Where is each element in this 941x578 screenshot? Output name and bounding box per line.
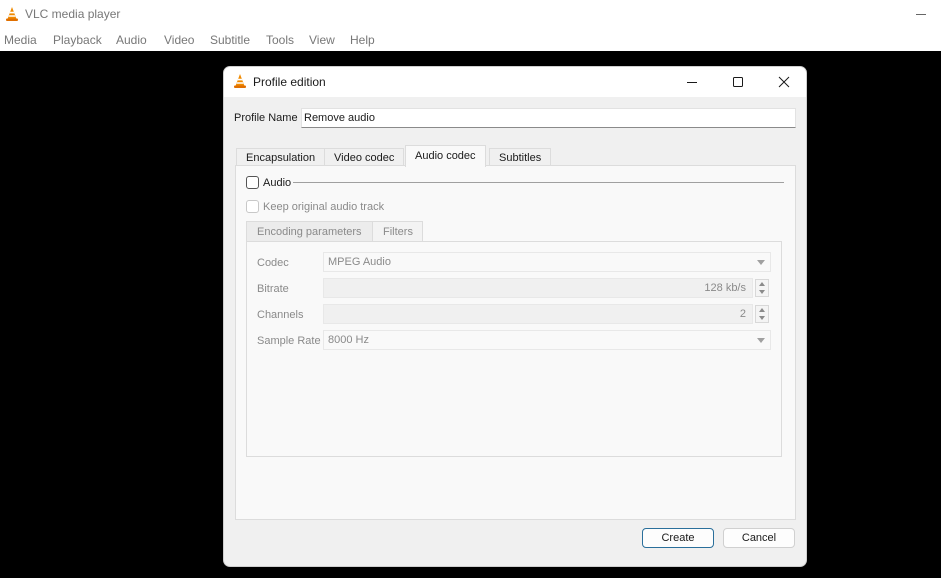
codec-value: MPEG Audio [328,256,391,268]
spin-up-icon[interactable] [759,308,765,312]
menu-help[interactable]: Help [350,33,375,47]
create-button[interactable]: Create [642,528,714,548]
chevron-down-icon [757,260,765,265]
keep-original-row: Keep original audio track [246,200,384,213]
spin-down-icon[interactable] [759,290,765,294]
dialog-maximize-button[interactable] [715,67,761,97]
channels-spinbox[interactable]: 2 [323,304,753,324]
menu-tools[interactable]: Tools [266,33,294,47]
app-minimize-button[interactable] [912,6,930,22]
cancel-button[interactable]: Cancel [723,528,795,548]
vlc-cone-icon [6,7,18,21]
menu-playback[interactable]: Playback [53,33,102,47]
profile-name-label: Profile Name [234,112,298,124]
subtab-encoding-parameters[interactable]: Encoding parameters [246,221,373,241]
subtab-filters[interactable]: Filters [372,221,423,241]
menu-audio[interactable]: Audio [116,33,147,47]
menu-video[interactable]: Video [164,33,194,47]
maximize-icon [733,77,743,87]
tab-audio-codec[interactable]: Audio codec [405,145,486,167]
minimize-icon [687,82,697,83]
spin-down-icon[interactable] [759,316,765,320]
menu-subtitle[interactable]: Subtitle [210,33,250,47]
keep-original-checkbox[interactable] [246,200,259,213]
sample-rate-value: 8000 Hz [328,334,369,346]
codec-label: Codec [257,257,289,269]
menu-bar: Media Playback Audio Video Subtitle Tool… [0,30,941,51]
dialog-minimize-button[interactable] [669,67,715,97]
codec-select[interactable]: MPEG Audio [323,252,771,272]
audio-checkbox[interactable] [246,176,259,189]
bitrate-value: 128 kb/s [704,282,746,294]
audio-codec-panel: Audio Keep original audio track Encoding… [235,165,796,520]
bitrate-spinbox[interactable]: 128 kb/s [323,278,753,298]
encoding-parameters-panel: Codec MPEG Audio Bitrate 128 kb/s Channe… [246,241,782,457]
profile-edition-dialog: Profile edition Profile Name Encapsulati… [223,66,807,567]
menu-media[interactable]: Media [4,33,37,47]
channels-label: Channels [257,309,304,321]
channels-value: 2 [739,308,746,320]
bitrate-spin-buttons[interactable] [755,279,769,297]
close-icon [778,76,790,88]
profile-name-input[interactable] [301,108,796,128]
dialog-title: Profile edition [253,75,326,89]
menu-view[interactable]: View [309,33,335,47]
app-titlebar: VLC media player [0,0,941,30]
audio-checkbox-label: Audio [263,176,292,189]
bitrate-label: Bitrate [257,283,289,295]
vlc-cone-icon [234,74,246,88]
chevron-down-icon [757,338,765,343]
dialog-titlebar: Profile edition [224,67,806,97]
sample-rate-select[interactable]: 8000 Hz [323,330,771,350]
audio-group-divider [293,182,784,183]
app-title: VLC media player [25,7,121,21]
audio-checkbox-row[interactable]: Audio [246,176,291,189]
keep-original-label: Keep original audio track [263,200,385,213]
dialog-close-button[interactable] [761,67,806,97]
sample-rate-label: Sample Rate [257,335,321,347]
channels-spin-buttons[interactable] [755,305,769,323]
spin-up-icon[interactable] [759,282,765,286]
